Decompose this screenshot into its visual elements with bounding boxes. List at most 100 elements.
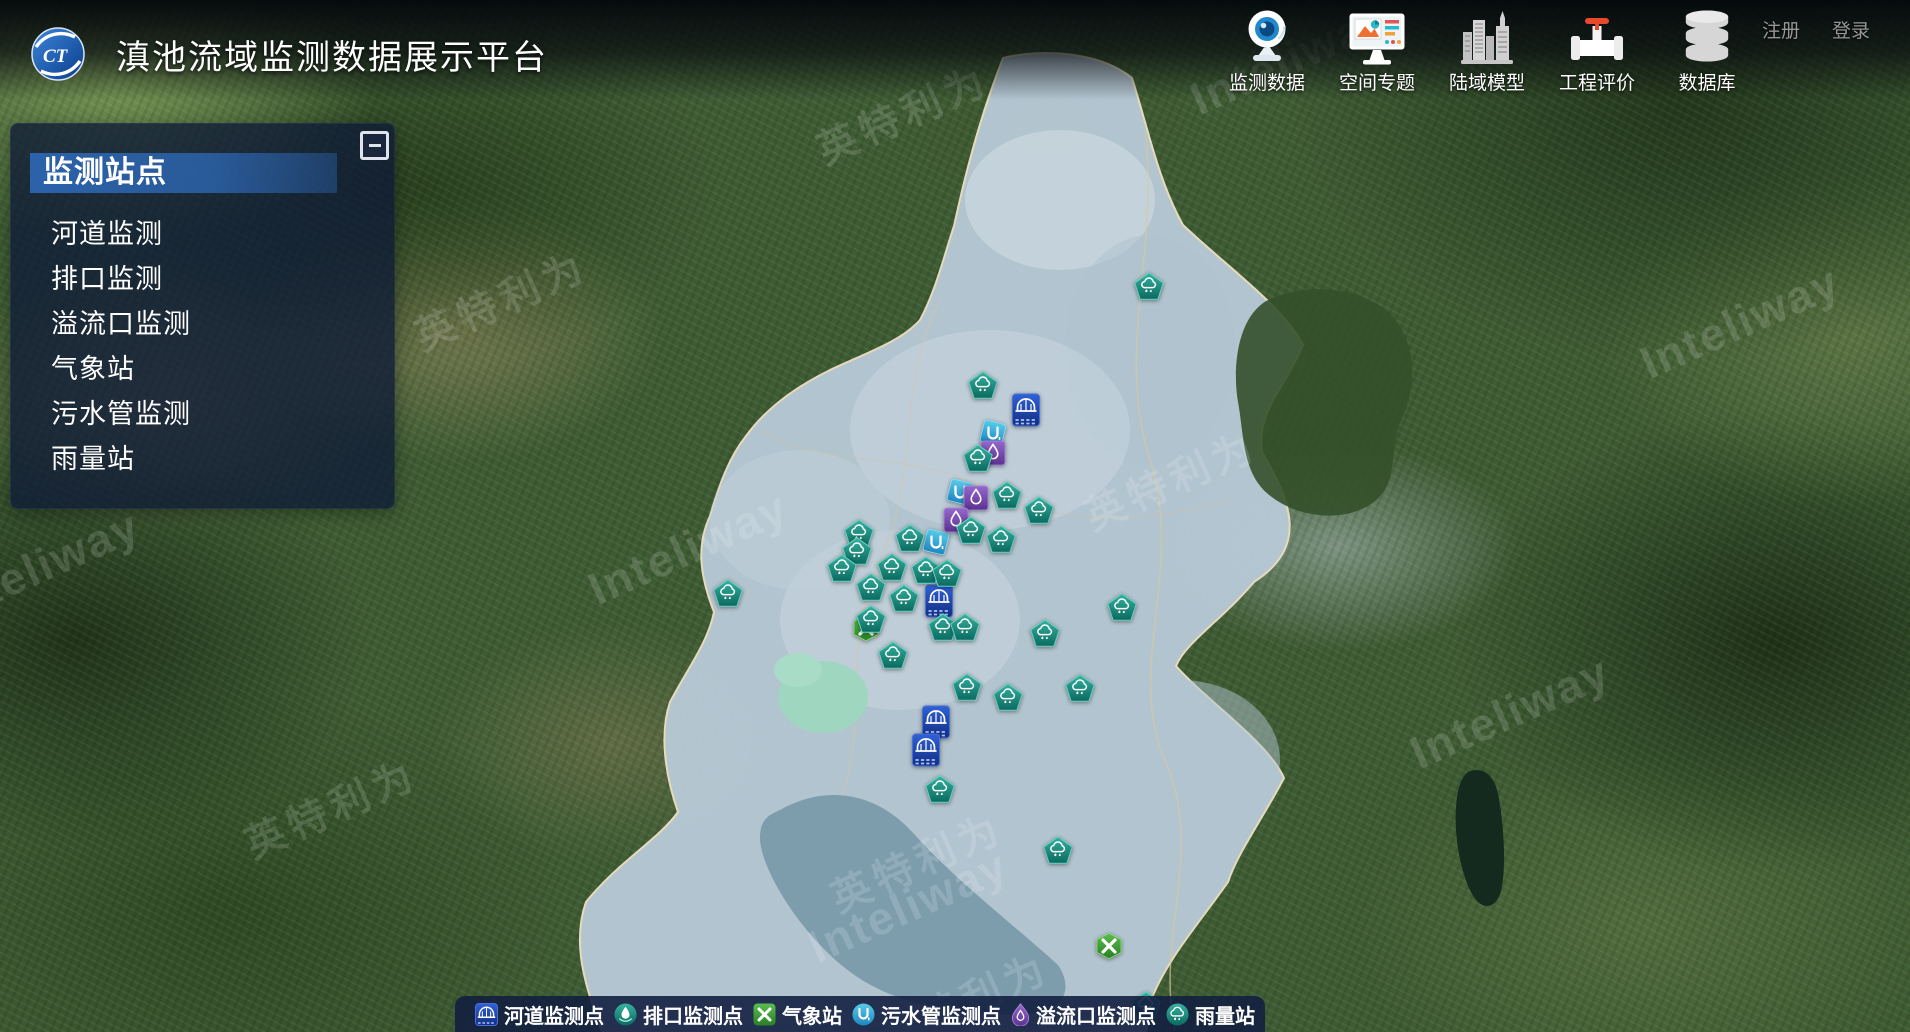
legend-label: 污水管监测点 — [881, 1000, 1001, 1029]
panel-title: 监测站点 — [30, 153, 337, 193]
panel-menu-item[interactable]: 污水管监测 — [51, 392, 394, 437]
rain-gauge-marker-icon — [1134, 272, 1164, 300]
nav-database[interactable]: 数据库 — [1652, 4, 1762, 95]
outfall-legend-icon — [614, 1003, 637, 1026]
main-nav: 监测数据 空间专题 陆域模型 工程评价 数据库 — [1212, 4, 1762, 95]
panel-menu-item[interactable]: 雨量站 — [51, 437, 394, 482]
nav-monitor-data[interactable]: 监测数据 — [1212, 4, 1322, 95]
rain-gauge-marker[interactable] — [925, 775, 955, 803]
rain-gauge-marker[interactable] — [968, 371, 998, 399]
legend-label: 排口监测点 — [643, 1000, 743, 1029]
legend-label: 雨量站 — [1195, 1000, 1255, 1029]
rain-gauge-marker-icon — [952, 673, 982, 701]
rain-gauge-marker-icon — [1024, 496, 1054, 524]
legend-item-sewage: 污水管监测点 — [852, 1000, 1001, 1029]
rain-gauge-marker[interactable] — [993, 683, 1023, 711]
legend-item-overflow: 溢流口监测点 — [1011, 1000, 1156, 1029]
rain-gauge-marker-icon — [827, 554, 857, 582]
rain-gauge-marker[interactable] — [1134, 272, 1164, 300]
panel-menu-item[interactable]: 排口监测 — [51, 257, 394, 302]
weather-station-marker[interactable] — [1096, 933, 1123, 960]
rain-gauge-marker[interactable] — [1030, 619, 1060, 647]
rain-gauge-marker[interactable] — [1043, 836, 1073, 864]
top-header: CT 滇池流域监测数据展示平台 监测数据 空间专题 陆域模型 — [0, 0, 1910, 100]
rain-gauge-marker-icon — [1043, 836, 1073, 864]
legend-item-weather: 气象站 — [753, 1000, 842, 1029]
rain-gauge-marker-icon — [956, 516, 986, 544]
map-legend: 河道监测点 排口监测点 气象站 污水管监测点 溢流口监测点 雨量站 — [455, 996, 1265, 1032]
rain-gauge-marker[interactable] — [992, 481, 1022, 509]
pipe-valve-icon — [1571, 10, 1623, 66]
rain-gauge-marker[interactable] — [952, 673, 982, 701]
river-monitor-marker[interactable] — [1012, 394, 1040, 427]
collapse-panel-button[interactable] — [360, 131, 389, 160]
monitoring-stations-panel: 监测站点 河道监测排口监测溢流口监测气象站污水管监测雨量站 — [10, 123, 395, 509]
legend-item-outfall: 排口监测点 — [614, 1000, 743, 1029]
rain-gauge-marker-icon — [986, 525, 1016, 553]
legend-label: 河道监测点 — [504, 1000, 604, 1029]
rain-gauge-marker[interactable] — [986, 525, 1016, 553]
rain-gauge-marker[interactable] — [856, 605, 886, 633]
rain-gauge-marker[interactable] — [713, 579, 743, 607]
rain-gauge-marker-icon — [968, 371, 998, 399]
rain-gauge-marker[interactable] — [827, 554, 857, 582]
auth-links: 注册 登录 — [1762, 16, 1870, 43]
sewage-legend-icon — [852, 1003, 875, 1026]
rain-gauge-marker[interactable] — [956, 516, 986, 544]
rain-gauge-marker-icon — [992, 481, 1022, 509]
app-root: InteliwayInteliway英特利为Inteliway英特利为英特利为I… — [0, 0, 1910, 1032]
rain-gauge-marker-icon — [1030, 619, 1060, 647]
rain-gauge-marker-icon — [856, 573, 886, 601]
rain-legend-icon — [1166, 1003, 1189, 1026]
city-buildings-icon — [1460, 8, 1514, 66]
rain-gauge-marker-icon — [856, 605, 886, 633]
legend-label: 气象站 — [782, 1000, 842, 1029]
rain-gauge-marker-icon — [889, 584, 919, 612]
panel-menu: 河道监测排口监测溢流口监测气象站污水管监测雨量站 — [11, 212, 394, 482]
nav-label: 数据库 — [1678, 68, 1735, 95]
rain-gauge-marker[interactable] — [1024, 496, 1054, 524]
nav-label: 空间专题 — [1339, 68, 1415, 95]
rain-gauge-marker[interactable] — [889, 584, 919, 612]
rain-gauge-marker-icon — [932, 559, 962, 587]
panel-menu-item[interactable]: 河道监测 — [51, 212, 394, 257]
rain-gauge-marker[interactable] — [932, 559, 962, 587]
weather-legend-icon — [753, 1003, 776, 1026]
nav-land-model[interactable]: 陆域模型 — [1432, 4, 1542, 95]
river-monitor-marker[interactable] — [912, 734, 940, 767]
panel-menu-item[interactable]: 气象站 — [51, 347, 394, 392]
rain-gauge-marker[interactable] — [1065, 674, 1095, 702]
rain-gauge-marker[interactable] — [963, 444, 993, 472]
nav-project-eval[interactable]: 工程评价 — [1542, 4, 1652, 95]
weather-station-marker-icon — [1096, 933, 1123, 960]
rain-gauge-marker-icon — [713, 579, 743, 607]
rain-gauge-marker[interactable] — [950, 613, 980, 641]
svg-text:CT: CT — [43, 46, 69, 67]
river-monitor-marker-icon — [1012, 394, 1040, 427]
rain-gauge-marker-icon — [895, 524, 925, 552]
minus-icon — [369, 144, 381, 148]
rain-gauge-marker-icon — [925, 775, 955, 803]
login-link[interactable]: 登录 — [1832, 16, 1870, 43]
rain-gauge-marker[interactable] — [878, 641, 908, 669]
river-monitor-marker-icon — [912, 734, 940, 767]
overflow-legend-icon — [1011, 1003, 1030, 1026]
monitor-chart-icon — [1348, 12, 1406, 66]
database-icon — [1681, 8, 1733, 66]
rain-gauge-marker[interactable] — [856, 573, 886, 601]
register-link[interactable]: 注册 — [1762, 16, 1800, 43]
nav-spatial-theme[interactable]: 空间专题 — [1322, 4, 1432, 95]
nav-label: 陆域模型 — [1449, 68, 1525, 95]
legend-label: 溢流口监测点 — [1036, 1000, 1156, 1029]
panel-menu-item[interactable]: 溢流口监测 — [51, 302, 394, 347]
legend-item-rain: 雨量站 — [1166, 1000, 1255, 1029]
rain-gauge-marker[interactable] — [1107, 593, 1137, 621]
rain-gauge-marker-icon — [963, 444, 993, 472]
brand: CT 滇池流域监测数据展示平台 — [30, 26, 548, 82]
rain-gauge-marker[interactable] — [895, 524, 925, 552]
rain-gauge-marker-icon — [1065, 674, 1095, 702]
nav-label: 监测数据 — [1229, 68, 1305, 95]
webcam-icon — [1241, 8, 1293, 66]
river-legend-icon — [475, 1003, 498, 1026]
page-title: 滇池流域监测数据展示平台 — [116, 30, 548, 79]
